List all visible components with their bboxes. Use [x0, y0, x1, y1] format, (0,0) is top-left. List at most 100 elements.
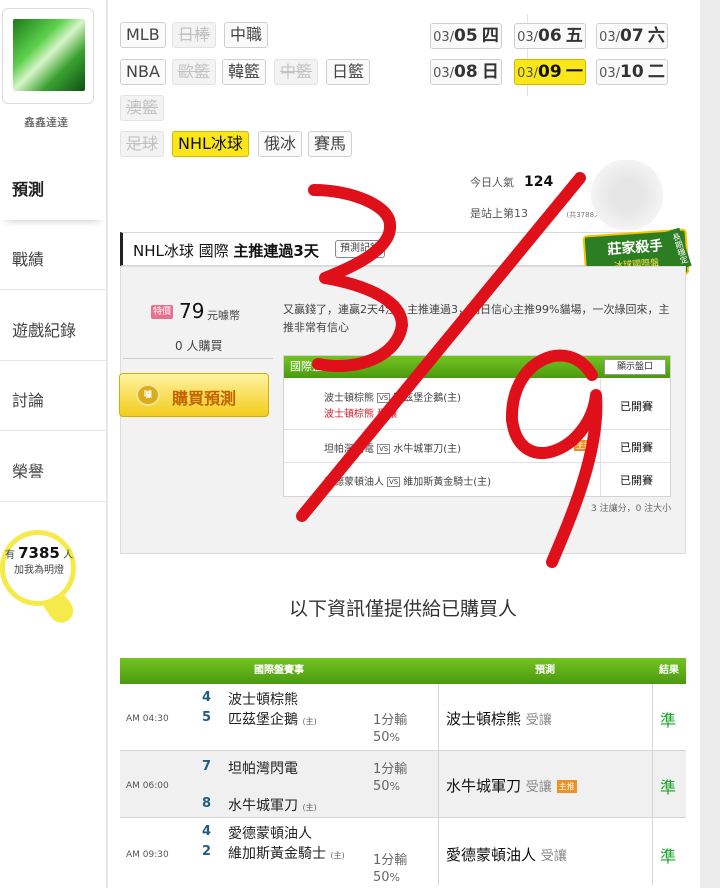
- pick: 愛德蒙頓油人 受讓: [446, 846, 567, 864]
- col-header-pick: 預測: [535, 665, 555, 676]
- team-number: 4: [202, 690, 212, 705]
- away-team: 坦帕灣閃電: [228, 761, 298, 777]
- table-header: 國際盤賽事 預測 結果: [120, 658, 686, 684]
- pick: 波士頓棕熊 受讓: [446, 710, 552, 728]
- league-tab-euro-basketball: 歐籃: [172, 59, 217, 85]
- mascot-watermark-icon: [590, 160, 664, 230]
- game-status: 已開賽: [620, 400, 653, 413]
- home-team: 匹茲堡企鵝 (主): [228, 712, 317, 728]
- date-tab-0308[interactable]: 03/08 日: [430, 59, 502, 85]
- intl-odds-header: 國際盤 顯示盤口: [284, 356, 670, 378]
- sidebar: 鑫鑫達達 預測 戰績 遊戲紀錄 討論 榮譽 有 7385 人 加我為明燈: [0, 0, 107, 888]
- table-row: AM 09:30 4 愛德蒙頓油人 2 維加斯黃金騎士 (主) 1分輸 50% 愛…: [120, 818, 686, 885]
- team-number: 4: [202, 824, 212, 839]
- home-team: 水牛城軍刀 (主): [228, 798, 317, 814]
- away-team: 波士頓棕熊: [228, 692, 298, 708]
- nav-item-discussion[interactable]: 討論: [0, 361, 106, 431]
- intl-row: 波士頓棕熊 VS 匹茲堡企鵝(主) 波士頓棕熊 受讓 已開賽: [284, 378, 670, 430]
- league-tab-sbl: 中籃: [274, 59, 319, 85]
- main-pick-icon: 主推: [574, 440, 594, 451]
- game-time: AM 09:30: [126, 850, 169, 860]
- col-header-match: 國際盤賽事: [254, 665, 304, 676]
- avatar[interactable]: [13, 19, 85, 91]
- game-status: 已開賽: [620, 441, 653, 454]
- handicap-line: 1分輸 50%: [373, 762, 408, 794]
- rank-stat: 是站上第13！ (共3788人): [470, 207, 604, 220]
- avatar-frame[interactable]: [2, 8, 94, 104]
- intl-odds-box: 國際盤 顯示盤口 波士頓棕熊 VS 匹茲堡企鵝(主) 波士頓棕熊 受讓 已開賽 坦帕…: [283, 355, 671, 497]
- game-time: AM 04:30: [126, 714, 169, 724]
- lamp-prefix: 有: [4, 550, 15, 561]
- intl-match: 坦帕灣閃電 VS 水牛城軍刀(主): [324, 444, 462, 455]
- league-tab-mlb[interactable]: MLB: [120, 22, 166, 48]
- price-area: 特價 79 元噱幣 0 人購買: [123, 291, 273, 359]
- league-tab-korea-basketball[interactable]: 韓籃: [222, 59, 267, 85]
- team-number: 7: [202, 759, 212, 774]
- home-team: 維加斯黃金騎士 (主): [228, 846, 345, 862]
- league-tab-japan-basketball[interactable]: 日籃: [326, 59, 371, 85]
- section-title: NHL冰球 國際 主推連過3天: [133, 242, 319, 260]
- buyer-count: 0 人購買: [175, 339, 223, 353]
- vs-icon: VS: [377, 393, 391, 403]
- price-unit: 元噱幣: [207, 309, 240, 322]
- vs-icon: VS: [387, 477, 401, 487]
- league-tab-nba[interactable]: NBA: [120, 59, 166, 85]
- date-tab-0305[interactable]: 03/05 四: [430, 23, 502, 49]
- away-team: 愛德蒙頓油人: [228, 826, 312, 842]
- buy-prediction-label: 購買預測: [172, 389, 237, 408]
- nav-item-record[interactable]: 戰績: [0, 220, 106, 290]
- buy-prediction-button[interactable]: 噱 購買預測: [119, 373, 269, 417]
- prediction-description: 又贏錢了，連贏2天4注，主推連過3，明日信心主推99%貓場，一次綠回來，主推非常…: [283, 303, 670, 334]
- intl-row: 坦帕灣閃電 VS 水牛城軍刀(主) 主推 已開賽: [284, 430, 670, 463]
- handicap-line: 1分輸 50%: [373, 713, 408, 745]
- prediction-panel: 特價 79 元噱幣 0 人購買 噱 購買預測 又贏錢了，連贏2天4注，主推連過3…: [119, 266, 686, 554]
- popularity-value: 124: [524, 174, 554, 190]
- team-number: 2: [202, 844, 212, 859]
- league-tab-npb: 日棒: [172, 22, 217, 48]
- league-tab-khl[interactable]: 俄冰: [258, 131, 303, 157]
- bet-count-note: 3 注讓分，0 注大小: [591, 504, 672, 514]
- intl-match: 愛德蒙頓油人 VS 維加斯黃金騎士(主): [324, 477, 492, 488]
- intl-row: 愛德蒙頓油人 VS 維加斯黃金騎士(主) 已開賽: [284, 463, 670, 496]
- game-status: 已開賽: [620, 474, 653, 487]
- lamp-follow-text[interactable]: 有 7385 人 加我為明燈: [2, 546, 76, 578]
- date-tab-0309[interactable]: 03/09 一: [514, 59, 586, 85]
- price-amount: 79: [179, 299, 205, 323]
- nav-item-game-log[interactable]: 遊戲紀錄: [0, 291, 106, 361]
- date-tab-0310[interactable]: 03/10 二: [596, 59, 668, 85]
- result: 準: [660, 778, 677, 797]
- show-odds-button[interactable]: 顯示盤口: [604, 359, 666, 375]
- intl-pick: 波士頓棕熊 受讓: [324, 409, 398, 420]
- popularity-stat: 今日人氣 124: [470, 174, 554, 190]
- vs-icon: VS: [377, 444, 391, 454]
- lamp-count: 7385: [18, 544, 60, 562]
- lamp-suffix: 人: [63, 550, 74, 561]
- date-tab-0307[interactable]: 03/07 六: [596, 23, 668, 49]
- lamp-caption: 加我為明燈: [14, 565, 64, 576]
- result: 準: [660, 711, 677, 730]
- page-edge: [700, 0, 720, 888]
- sale-tag: 特價: [151, 305, 173, 319]
- team-number: 5: [202, 710, 212, 725]
- date-tab-0306[interactable]: 03/06 五: [514, 23, 586, 49]
- team-number: 8: [202, 796, 212, 811]
- purchase-only-message: 以下資訊僅提供給已購買人: [288, 598, 517, 620]
- username[interactable]: 鑫鑫達達: [0, 114, 92, 130]
- result: 準: [660, 847, 677, 866]
- league-tab-nbl: 澳籃: [120, 95, 165, 121]
- coin-icon: 噱: [136, 384, 160, 406]
- prediction-record-button[interactable]: 預測記錄: [335, 240, 385, 258]
- handicap-line: 1分輸 50%: [373, 853, 408, 885]
- league-tab-horse-racing[interactable]: 賽馬: [308, 131, 353, 157]
- nav-item-predictions[interactable]: 預測: [0, 150, 106, 220]
- table-row: AM 04:30 4 波士頓棕熊 5 匹茲堡企鵝 (主) 1分輸 50% 波士頓棕…: [120, 684, 686, 751]
- col-header-result: 結果: [659, 665, 679, 676]
- game-time: AM 06:00: [126, 781, 169, 791]
- league-tab-soccer: 足球: [120, 131, 165, 157]
- intl-match: 波士頓棕熊 VS 匹茲堡企鵝(主): [324, 393, 462, 404]
- pick: 水牛城軍刀 受讓 主推: [446, 777, 577, 795]
- table-row: AM 06:00 7 坦帕灣閃電 8 水牛城軍刀 (主) 1分輸 50% 水牛城軍…: [120, 751, 686, 818]
- league-tab-nhl[interactable]: NHL冰球: [172, 131, 249, 157]
- nav-item-honors[interactable]: 榮譽: [0, 432, 106, 502]
- league-tab-cpbl[interactable]: 中職: [224, 22, 269, 48]
